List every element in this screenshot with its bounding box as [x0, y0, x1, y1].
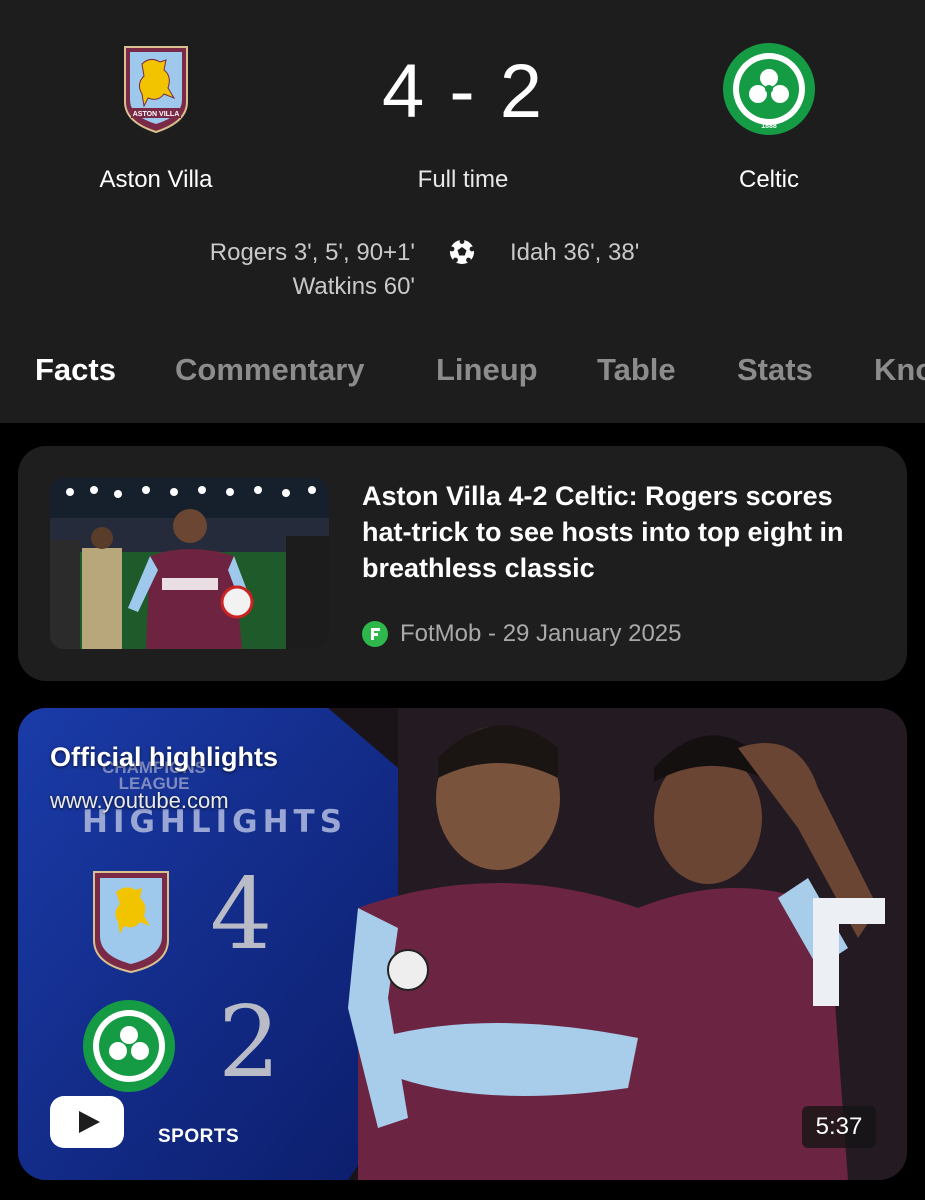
- video-duration: 5:37: [802, 1106, 876, 1148]
- aston-villa-crest[interactable]: ASTON VILLA: [122, 44, 190, 134]
- svg-text:1888: 1888: [761, 123, 777, 130]
- match-tabs: Facts Commentary Lineup Table Stats Kno: [0, 352, 925, 392]
- away-scorers: Idah 36', 38': [510, 236, 639, 270]
- svg-text:ASTON VILLA: ASTON VILLA: [133, 111, 180, 118]
- tab-facts[interactable]: Facts: [35, 352, 116, 388]
- tab-stats[interactable]: Stats: [737, 352, 813, 388]
- celtic-crest[interactable]: 1888: [722, 42, 816, 136]
- video-card[interactable]: CHAMPIONS LEAGUE HIGHLIGHTS 4 2 Official…: [18, 708, 907, 1180]
- thumb-home-score: 4: [210, 858, 273, 972]
- home-team-name[interactable]: Aston Villa: [36, 166, 276, 194]
- news-source: FotMob - 29 January 2025: [362, 620, 682, 648]
- tab-commentary[interactable]: Commentary: [175, 352, 365, 388]
- tab-table[interactable]: Table: [597, 352, 676, 388]
- news-source-text: FotMob - 29 January 2025: [400, 620, 682, 647]
- match-status: Full time: [417, 166, 509, 193]
- thumb-sports-text: SPORTS: [158, 1126, 240, 1147]
- home-scorers: Rogers 3', 5', 90+1' Watkins 60': [210, 236, 415, 304]
- youtube-play-icon[interactable]: [50, 1096, 124, 1148]
- news-title[interactable]: Aston Villa 4-2 Celtic: Rogers scores ha…: [362, 478, 872, 586]
- match-score: 4 - 2: [381, 49, 545, 134]
- news-thumbnail: [50, 478, 329, 649]
- home-scorer-line: Rogers 3', 5', 90+1': [209, 239, 415, 266]
- tab-lineup[interactable]: Lineup: [436, 352, 538, 388]
- away-team-name[interactable]: Celtic: [649, 166, 889, 194]
- away-scorer-line: Idah 36', 38': [510, 239, 640, 266]
- home-scorer-line: Watkins 60': [292, 273, 415, 300]
- video-title[interactable]: Official highlights: [50, 742, 278, 773]
- video-url: www.youtube.com: [50, 788, 229, 813]
- tab-knockout[interactable]: Kno: [874, 352, 925, 388]
- match-header: ASTON VILLA Aston Villa 4 - 2 Full time …: [0, 0, 925, 423]
- football-icon: [449, 239, 475, 264]
- fotmob-icon: [362, 621, 388, 647]
- news-card[interactable]: Aston Villa 4-2 Celtic: Rogers scores ha…: [18, 446, 907, 681]
- thumb-away-score: 2: [218, 986, 281, 1100]
